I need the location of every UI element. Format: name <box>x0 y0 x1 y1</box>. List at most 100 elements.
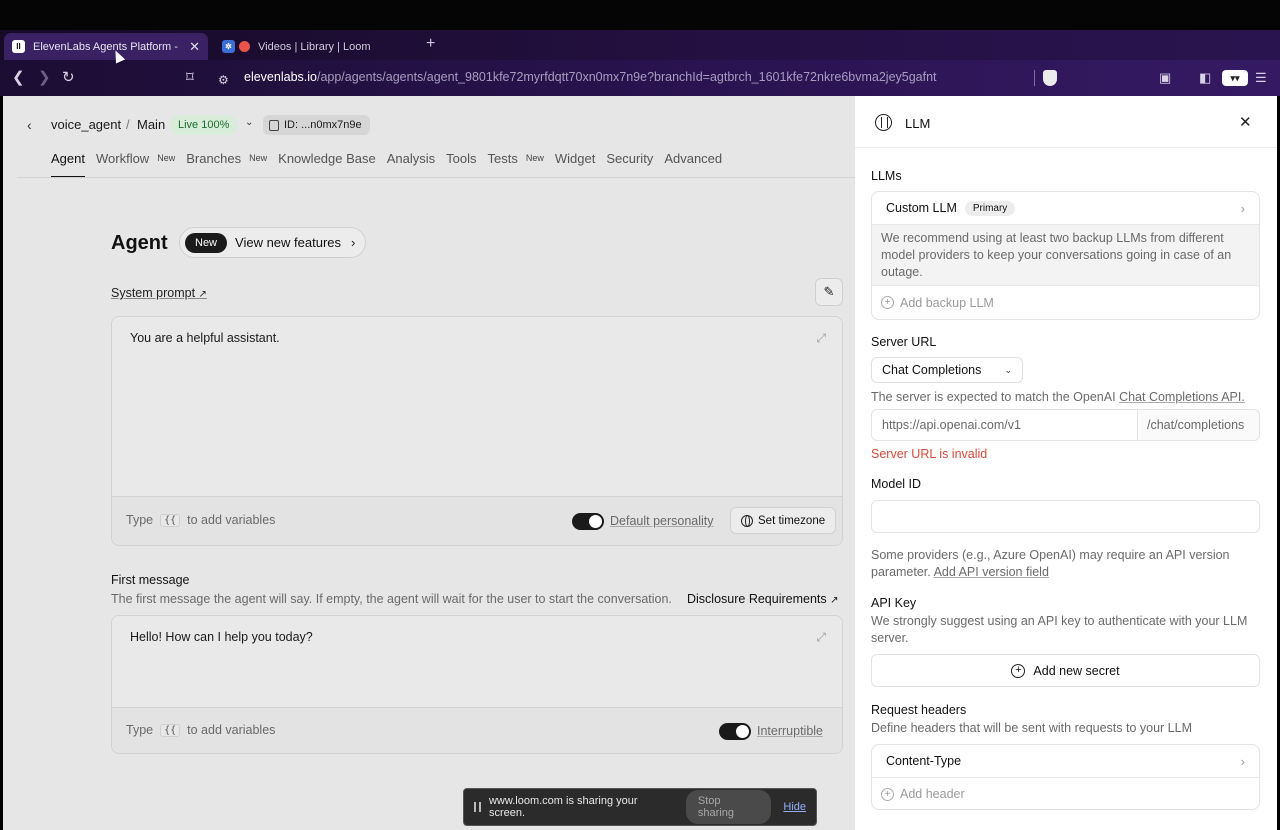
chevron-left-icon[interactable]: ‹ <box>27 117 32 133</box>
close-icon[interactable]: ✕ <box>1239 113 1252 131</box>
hint-post: to add variables <box>187 723 276 737</box>
chevron-right-icon: › <box>1240 200 1245 216</box>
stop-sharing-button[interactable]: Stop sharing <box>685 790 772 824</box>
magic-wand-button[interactable]: ✎ <box>815 278 843 306</box>
add-new-secret-button[interactable]: + Add new secret <box>871 654 1260 687</box>
system-prompt-textarea[interactable]: You are a helpful assistant. ⤢ <box>112 317 842 496</box>
site-settings-icon[interactable]: ⚙ <box>218 71 229 89</box>
forward-arrow-icon[interactable]: ❯ <box>38 69 51 87</box>
first-message-text: Hello! How can I help you today? <box>130 630 313 644</box>
close-icon[interactable]: ✕ <box>189 39 200 55</box>
disclosure-requirements-link[interactable]: Disclosure Requirements ↗ <box>687 592 839 606</box>
custom-llm-name: Custom LLM <box>886 201 957 215</box>
drag-handle-icon[interactable] <box>474 802 481 812</box>
plus-circle-icon: + <box>881 296 894 309</box>
interruptible-toggle[interactable] <box>719 723 751 740</box>
sidebar-toggle-icon[interactable]: ◧ <box>1199 70 1211 86</box>
add-backup-llm-button[interactable]: + Add backup LLM <box>872 286 1259 319</box>
system-prompt-footer: Type {{to add variables Default personali… <box>112 496 842 545</box>
disclosure-label: Disclosure Requirements <box>687 592 827 606</box>
address-bar[interactable]: elevenlabs.io/app/agents/agents/agent_98… <box>244 70 937 84</box>
tab-advanced[interactable]: Advanced <box>664 151 722 177</box>
agent-id-copy-button[interactable]: ID: ...n0mx7n9e <box>263 115 370 135</box>
server-url-input[interactable]: https://api.openai.com/v1 /chat/completi… <box>871 409 1260 441</box>
llms-label: LLMs <box>871 169 902 183</box>
tab-analysis[interactable]: Analysis <box>387 151 435 177</box>
breadcrumb-branch[interactable]: Main <box>137 117 165 132</box>
default-personality-label[interactable]: Default personality <box>610 514 714 528</box>
first-message-footer: Type {{to add variables Interruptible <box>112 707 842 753</box>
interruptible-label[interactable]: Interruptible <box>757 724 823 738</box>
add-api-version-link[interactable]: Add API version field <box>934 565 1049 579</box>
panel-header: LLM ✕ <box>855 96 1277 148</box>
window-top-bar <box>0 0 1280 30</box>
page-title: Agent <box>111 232 168 254</box>
tab-widget[interactable]: Widget <box>555 151 595 177</box>
header-row-content-type[interactable]: Content-Type › <box>872 745 1259 778</box>
variables-hint: Type {{to add variables <box>126 513 275 527</box>
browser-tab-elevenlabs[interactable]: II ElevenLabs Agents Platform - ✕ <box>4 33 208 60</box>
panel-title: LLM <box>905 116 931 131</box>
brave-shield-icon[interactable] <box>1043 70 1057 86</box>
backup-llm-warning: We recommend using at least two backup L… <box>872 225 1259 286</box>
first-message-editor: Hello! How can I help you today? ⤢ Type {… <box>111 615 843 754</box>
server-url-label: Server URL <box>871 335 937 349</box>
view-new-features-button[interactable]: New View new features › <box>179 227 367 258</box>
hide-link[interactable]: Hide <box>783 801 806 813</box>
menu-icon[interactable]: ☰ <box>1255 70 1267 86</box>
system-prompt-link[interactable]: System prompt ↗ <box>111 286 207 300</box>
bookmark-icon[interactable]: ⌑ <box>186 69 194 87</box>
plus-circle-icon: + <box>881 787 894 801</box>
tab-agent[interactable]: Agent <box>51 151 85 178</box>
tab-knowledge-base[interactable]: Knowledge Base <box>278 151 376 177</box>
add-secret-label: Add new secret <box>1033 663 1120 678</box>
system-prompt-text: You are a helpful assistant. <box>130 331 280 345</box>
variable-brace-chip: {{ <box>160 723 181 737</box>
tab-label: Advanced <box>664 151 723 166</box>
server-url-error: Server URL is invalid <box>871 447 988 461</box>
tab-workflow[interactable]: Workflow New <box>96 151 175 177</box>
tab-label: Workflow <box>95 151 150 166</box>
address-divider <box>1034 70 1035 86</box>
server-desc-text: The server is expected to match the Open… <box>871 390 1116 404</box>
browser-tab-loom[interactable]: ✲ Videos | Library | Loom <box>214 33 414 60</box>
chevron-down-icon[interactable]: ⌄ <box>245 117 253 128</box>
wallet-icon[interactable]: ▾▾ <box>1222 70 1248 86</box>
screen-capture-icon[interactable]: ▣ <box>1159 70 1171 86</box>
header-name: Content-Type <box>886 754 962 768</box>
chevron-right-icon: › <box>351 235 356 250</box>
model-id-input[interactable] <box>871 500 1260 533</box>
expand-icon[interactable]: ⤢ <box>816 331 826 346</box>
new-tag: New <box>525 153 544 163</box>
new-tab-plus-icon[interactable]: + <box>426 35 435 53</box>
first-message-title: First message <box>111 573 190 587</box>
add-header-button[interactable]: + Add header <box>872 778 1259 809</box>
chat-completions-api-link[interactable]: Chat Completions API. <box>1119 390 1245 404</box>
tab-branches[interactable]: Branches New <box>186 151 267 177</box>
server-url-description: The server is expected to match the Open… <box>871 389 1263 406</box>
add-header-label: Add header <box>900 787 965 801</box>
breadcrumb-agent-name[interactable]: voice_agent <box>51 117 121 132</box>
back-arrow-icon[interactable]: ❮ <box>12 69 25 87</box>
tab-strip: II ElevenLabs Agents Platform - ✕ ✲ Vide… <box>0 30 1280 60</box>
server-url-field[interactable]: https://api.openai.com/v1 <box>872 410 1137 440</box>
tab-tools[interactable]: Tools <box>446 151 476 177</box>
variable-brace-chip: {{ <box>160 513 181 527</box>
chevron-right-icon: › <box>1240 753 1245 769</box>
custom-llm-row[interactable]: Custom LLM Primary › <box>872 192 1259 225</box>
tab-security[interactable]: Security <box>606 151 653 177</box>
reload-icon[interactable]: ↻ <box>62 69 75 87</box>
tab-label: Tools <box>446 151 477 166</box>
tab-tests[interactable]: Tests New <box>488 151 544 177</box>
breadcrumb-separator: / <box>126 117 130 132</box>
llm-list-card: Custom LLM Primary › We recommend using … <box>871 191 1260 320</box>
default-personality-toggle[interactable] <box>572 513 604 530</box>
first-message-textarea[interactable]: Hello! How can I help you today? ⤢ <box>112 616 842 707</box>
tab-label: Tests <box>487 151 518 166</box>
hint-pre: Type <box>126 513 154 527</box>
expand-icon[interactable]: ⤢ <box>816 630 826 645</box>
copy-icon <box>269 119 279 131</box>
set-timezone-button[interactable]: Set timezone <box>730 507 837 534</box>
first-message-description: The first message the agent will say. If… <box>111 592 672 606</box>
server-type-select[interactable]: Chat Completions ⌄ <box>871 357 1023 383</box>
